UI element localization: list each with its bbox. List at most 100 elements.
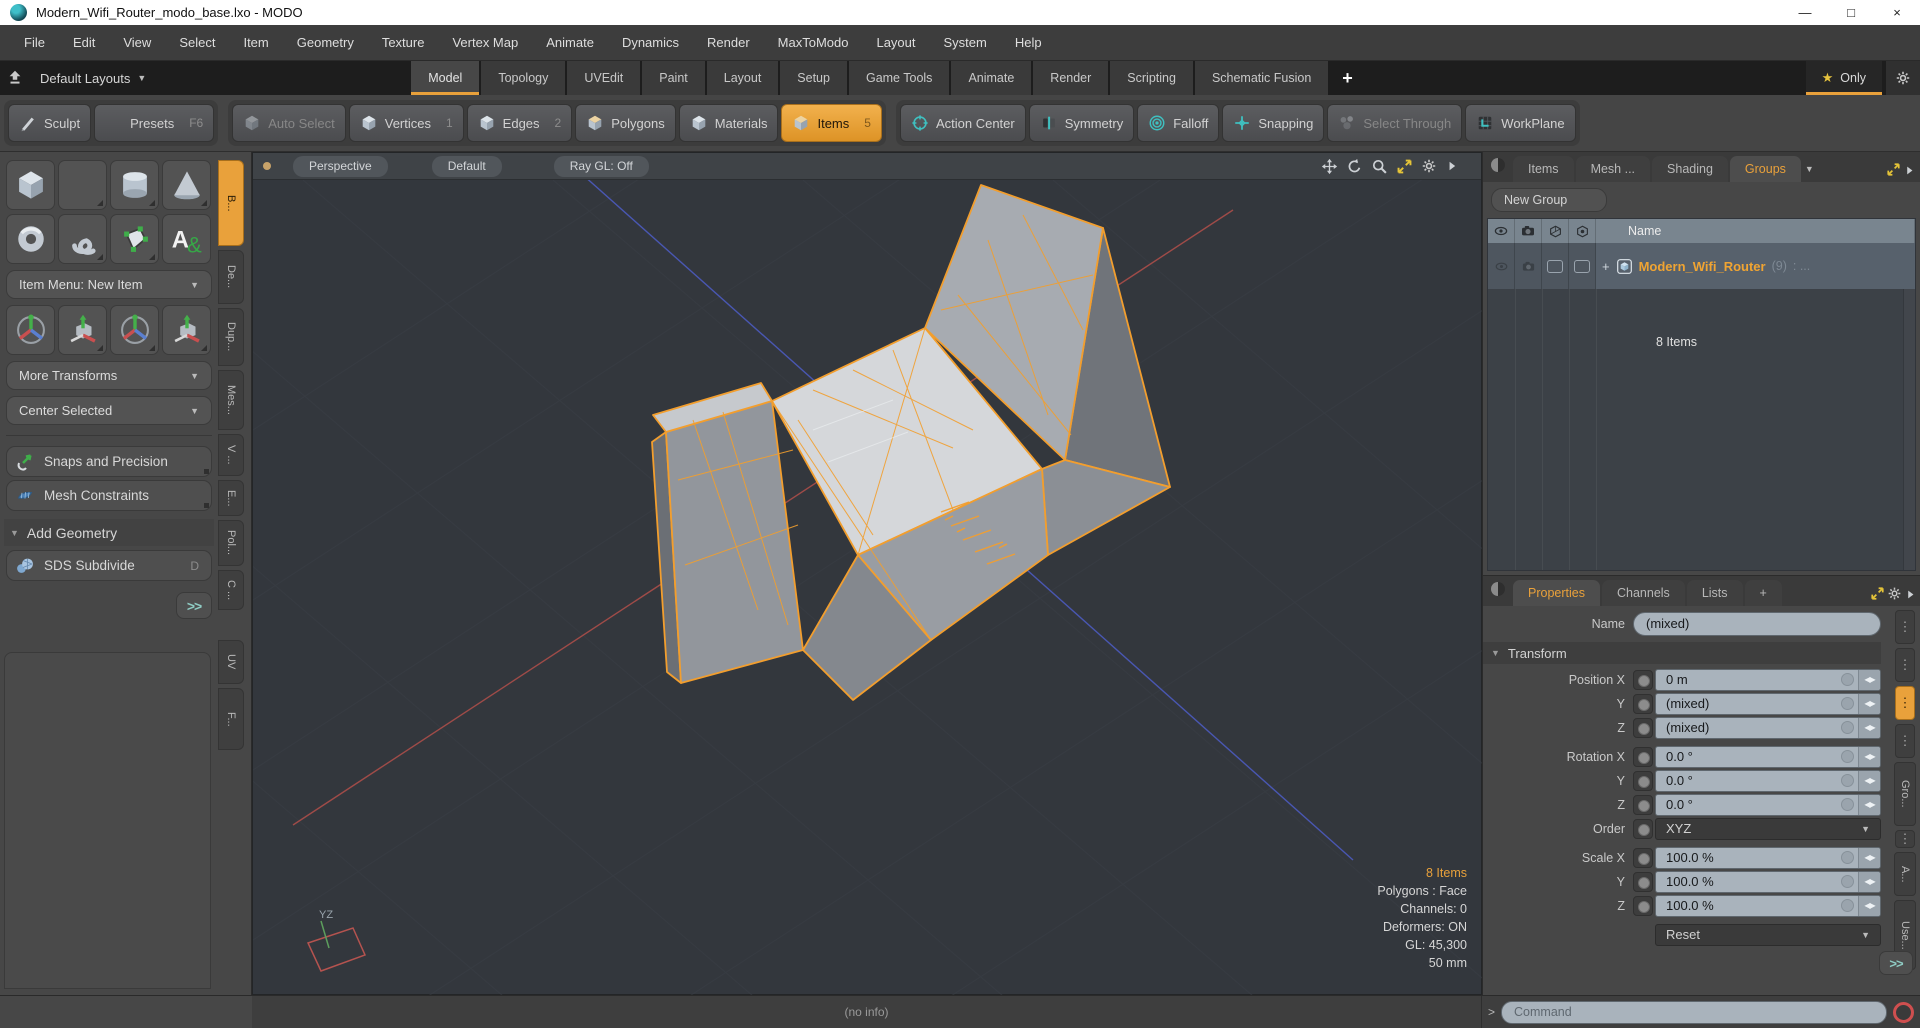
items-mode-button[interactable]: Items 5 [781, 104, 882, 142]
menu-system[interactable]: System [930, 25, 1001, 61]
tab-game-tools[interactable]: Game Tools [848, 61, 950, 95]
tab-paint[interactable]: Paint [642, 61, 705, 95]
menu-maxtomodo[interactable]: MaxToModo [764, 25, 863, 61]
tab-channels[interactable]: Channels [1601, 580, 1685, 606]
scale-tool-button[interactable] [162, 305, 211, 355]
menu-layout[interactable]: Layout [862, 25, 929, 61]
tab-model[interactable]: Model [411, 61, 480, 95]
pan-icon[interactable] [1321, 158, 1338, 175]
menu-texture[interactable]: Texture [368, 25, 439, 61]
spinner-arrows[interactable]: ◀▶ [1858, 669, 1880, 690]
tree-scrollbar[interactable] [1903, 289, 1915, 570]
tab-render[interactable]: Render [1033, 61, 1109, 95]
channel-handle-active[interactable]: ⋮ [1895, 686, 1915, 720]
command-prompt-chevron[interactable]: > [1488, 1005, 1495, 1019]
panel-collapse-icon[interactable] [1491, 581, 1505, 596]
cylinder-primitive-button[interactable] [110, 160, 159, 210]
menu-vertex-map[interactable]: Vertex Map [438, 25, 532, 61]
order-dropdown[interactable]: XYZ ▼ [1655, 817, 1881, 840]
rotate-tool-button[interactable] [110, 305, 159, 355]
menu-render[interactable]: Render [693, 25, 764, 61]
snapping-button[interactable]: Snapping [1222, 104, 1325, 142]
only-toggle[interactable]: ★ Only [1805, 61, 1882, 95]
channel-handle[interactable]: ⋮ [1895, 610, 1915, 644]
tab-shading[interactable]: Shading [1652, 156, 1728, 182]
position-x-field[interactable]: 0 m ◀▶ [1655, 668, 1881, 691]
menu-geometry[interactable]: Geometry [283, 25, 368, 61]
edges-mode-button[interactable]: Edges 2 [466, 104, 573, 142]
tab-items[interactable]: Items [1513, 156, 1574, 182]
viewport-options-gear-icon[interactable] [1421, 158, 1437, 174]
viewport-menu-arrow-icon[interactable] [1445, 159, 1459, 173]
position-z-field[interactable]: (mixed) ◀▶ [1655, 716, 1881, 739]
spinner-arrows[interactable]: ◀▶ [1858, 847, 1880, 868]
pen-tool-button[interactable] [110, 214, 159, 264]
sidebar-vtab-edge[interactable]: E... [218, 480, 244, 516]
properties-more-button[interactable]: >> [1879, 951, 1913, 975]
menu-dynamics[interactable]: Dynamics [608, 25, 693, 61]
rotation-y-field[interactable]: 0.0 ° ◀▶ [1655, 769, 1881, 792]
name-field[interactable] [1633, 611, 1881, 636]
command-input[interactable] [1501, 1000, 1887, 1024]
sidebar-more-button[interactable]: >> [176, 592, 212, 619]
tab-overflow-chevron-icon[interactable]: ▼ [1803, 164, 1822, 182]
add-geometry-header[interactable]: ▼ Add Geometry [4, 519, 214, 546]
menu-select[interactable]: Select [165, 25, 229, 61]
3d-model-wireframe[interactable] [651, 184, 1171, 701]
spiral-tool-button[interactable] [58, 214, 107, 264]
layout-switcher[interactable]: Default Layouts ▼ [30, 61, 156, 95]
channel-toggle[interactable] [1633, 847, 1653, 868]
spinner-arrows[interactable]: ◀▶ [1858, 717, 1880, 738]
menu-file[interactable]: File [10, 25, 59, 61]
sculpt-button[interactable]: Sculpt [8, 104, 92, 142]
channel-toggle[interactable] [1633, 717, 1653, 738]
channel-toggle[interactable] [1633, 746, 1653, 767]
sidebar-vtab-polygon[interactable]: Pol... [218, 520, 244, 566]
select-through-button[interactable]: Select Through [1327, 104, 1463, 142]
visibility-column-header[interactable] [1488, 219, 1515, 243]
row-render-toggle[interactable] [1515, 243, 1542, 289]
minimize-button[interactable]: — [1782, 0, 1828, 25]
sphere-primitive-button[interactable] [58, 160, 107, 210]
channel-toggle[interactable] [1633, 895, 1653, 916]
scale-x-field[interactable]: 100.0 % ◀▶ [1655, 846, 1881, 869]
transform-section-header[interactable]: ▼ Transform [1483, 642, 1881, 664]
tab-scripting[interactable]: Scripting [1110, 61, 1193, 95]
side-vtab-groups[interactable]: Gro... [1894, 762, 1916, 826]
channel-handle[interactable]: ⋮ [1895, 830, 1915, 848]
side-vtab-assembly[interactable]: A... [1894, 852, 1916, 896]
name-column-header[interactable]: Name [1596, 219, 1915, 243]
channel-toggle[interactable] [1633, 818, 1653, 839]
expand-panel-icon[interactable] [1870, 586, 1885, 601]
camera-view-button[interactable]: Perspective [293, 155, 388, 177]
channel-toggle[interactable] [1633, 770, 1653, 791]
channel-handle[interactable]: ⋮ [1895, 648, 1915, 682]
row-checkbox-2[interactable] [1569, 243, 1596, 289]
channel-toggle[interactable] [1633, 693, 1653, 714]
row-visibility-toggle[interactable] [1488, 243, 1515, 289]
tab-lists[interactable]: Lists [1686, 580, 1743, 606]
close-button[interactable]: × [1874, 0, 1920, 25]
zoom-icon[interactable] [1371, 158, 1388, 175]
add-layout-tab-button[interactable]: + [1330, 61, 1365, 95]
center-selected-dropdown[interactable]: Center Selected ▼ [6, 396, 212, 425]
reset-dropdown-button[interactable]: Reset ▼ [1655, 923, 1881, 946]
sidebar-vtab-curve[interactable]: C ... [218, 570, 244, 610]
tab-uvedit[interactable]: UVEdit [567, 61, 641, 95]
render-column-header[interactable] [1515, 219, 1542, 243]
menu-item[interactable]: Item [229, 25, 282, 61]
item-menu-dropdown[interactable]: Item Menu: New Item ▼ [6, 270, 212, 299]
channel-toggle[interactable] [1633, 669, 1653, 690]
panel-arrow-icon[interactable] [1903, 164, 1916, 177]
row-name-cell[interactable]: + Modern_Wifi_Router (9) : ... [1596, 243, 1915, 289]
expand-panel-icon[interactable] [1886, 162, 1901, 177]
menu-view[interactable]: View [109, 25, 165, 61]
tab-topology[interactable]: Topology [481, 61, 566, 95]
sds-subdivide-button[interactable]: SDS Subdivide D [6, 550, 212, 581]
workplane-button[interactable]: WorkPlane [1465, 104, 1576, 142]
channel-toggle[interactable] [1633, 794, 1653, 815]
move-tool-button[interactable] [58, 305, 107, 355]
channel-toggle[interactable] [1633, 871, 1653, 892]
tab-layout[interactable]: Layout [706, 61, 779, 95]
falloff-button[interactable]: Falloff [1137, 104, 1220, 142]
